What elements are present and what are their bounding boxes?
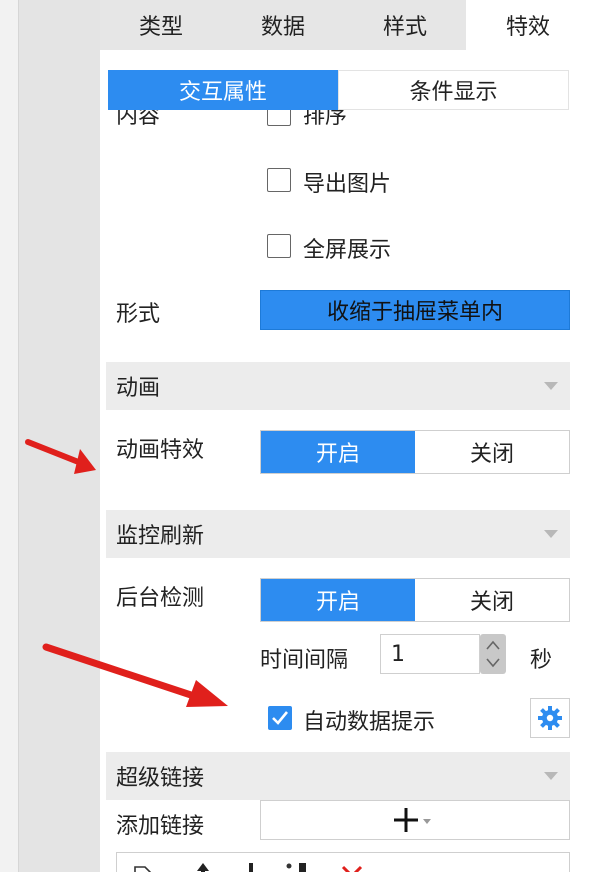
annotation-arrows	[25, 439, 228, 707]
red-arrow-2	[42, 643, 228, 707]
red-arrow-1	[25, 439, 96, 474]
